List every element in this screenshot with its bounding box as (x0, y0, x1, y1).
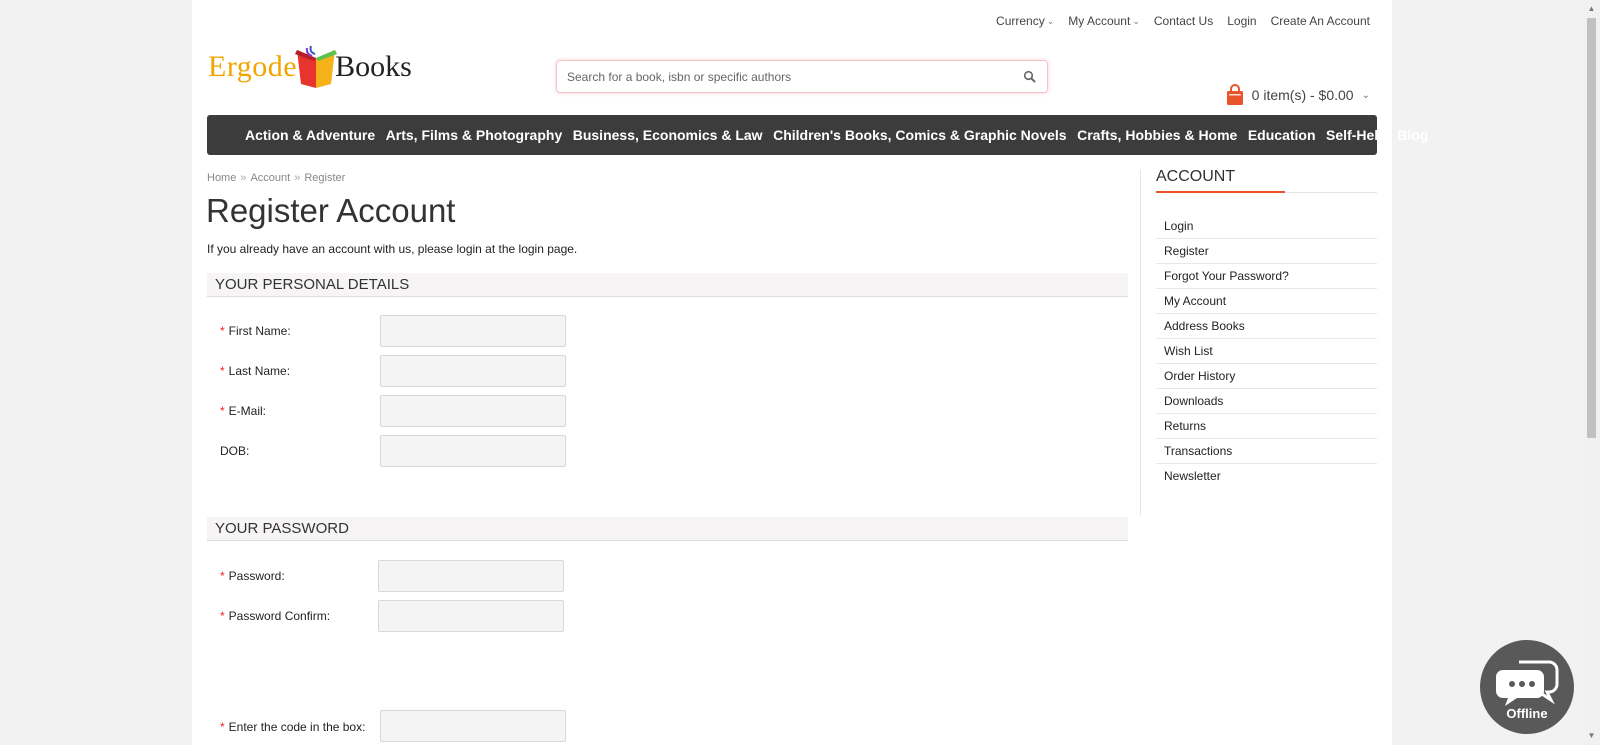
nav-item-crafts[interactable]: Crafts, Hobbies & Home (1077, 127, 1237, 143)
currency-dropdown[interactable]: Currency ⌄ (996, 14, 1054, 28)
sidebar-item-forgot-password[interactable]: Forgot Your Password? (1156, 264, 1377, 289)
breadcrumb-account[interactable]: Account (250, 172, 290, 184)
scroll-up-arrow-icon[interactable]: ▲ (1583, 2, 1600, 16)
captcha-row: * Enter the code in the box: (220, 710, 566, 742)
title-underline (1156, 191, 1285, 193)
sidebar-item-downloads[interactable]: Downloads (1156, 389, 1377, 414)
scroll-down-arrow-icon[interactable]: ▼ (1583, 729, 1600, 743)
nav-item-arts-films[interactable]: Arts, Films & Photography (386, 127, 563, 143)
breadcrumb: Home » Account » Register (207, 172, 345, 184)
cart-summary-text: 0 item(s) - $0.00 (1251, 87, 1354, 103)
password-confirm-label: * Password Confirm: (220, 609, 378, 623)
first-name-field[interactable] (380, 315, 566, 347)
password-confirm-field[interactable] (378, 600, 564, 632)
email-label-text: E-Mail: (228, 404, 267, 418)
sidebar-item-returns[interactable]: Returns (1156, 414, 1377, 439)
create-account-link[interactable]: Create An Account (1271, 14, 1370, 28)
search-box (556, 60, 1048, 93)
dob-row: DOB: (220, 435, 566, 467)
email-field[interactable] (380, 395, 566, 427)
nav-item-blog[interactable]: Blog (1397, 127, 1428, 143)
logo-text-books: Books (335, 50, 412, 83)
last-name-label: * Last Name: (220, 364, 380, 378)
search-input[interactable] (567, 69, 1023, 84)
page-container: Currency ⌄ My Account ⌄ Contact Us Login C… (192, 0, 1428, 745)
first-name-row: * First Name: (220, 315, 566, 347)
scrollbar-thumb[interactable] (1587, 18, 1596, 438)
sidebar-list: Login Register Forgot Your Password? My … (1156, 214, 1377, 489)
required-mark: * (220, 364, 225, 378)
nav-item-self-help[interactable]: Self-Help (1326, 127, 1387, 143)
breadcrumb-separator: » (294, 172, 301, 184)
nav-item-childrens-books[interactable]: Children's Books, Comics & Graphic Novel… (773, 127, 1067, 143)
page-title: Register Account (206, 192, 456, 229)
intro-text: If you already have an account with us, … (207, 242, 578, 256)
main-nav: Action & Adventure Arts, Films & Photogr… (207, 115, 1428, 155)
email-row: * E-Mail: (220, 395, 566, 427)
dob-label: DOB: (220, 444, 250, 458)
login-link[interactable]: Login (1227, 14, 1256, 28)
password-confirm-row: * Password Confirm: (220, 600, 564, 632)
last-name-field[interactable] (380, 355, 566, 387)
sidebar-item-register[interactable]: Register (1156, 239, 1377, 264)
chat-bubble-icon (1496, 660, 1559, 706)
required-mark: * (220, 569, 225, 583)
page-scrollbar[interactable]: ▲ ▼ (1583, 0, 1600, 745)
breadcrumb-register[interactable]: Register (304, 172, 345, 184)
site-logo[interactable]: Ergode Books (208, 42, 412, 92)
required-mark: * (220, 324, 225, 338)
nav-item-action-adventure[interactable]: Action & Adventure (245, 127, 375, 143)
password-label: * Password: (220, 569, 378, 583)
chat-status: Offline (1506, 705, 1548, 721)
top-links: Currency ⌄ My Account ⌄ Contact Us Login C… (996, 14, 1370, 28)
nav-item-business[interactable]: Business, Economics & Law (573, 127, 763, 143)
first-name-label-text: First Name: (228, 324, 291, 338)
password-label-text: Password: (228, 569, 285, 583)
captcha-label: * Enter the code in the box: (220, 710, 380, 734)
chevron-down-icon: ⌄ (1132, 15, 1140, 26)
required-mark: * (220, 720, 225, 734)
chat-widget[interactable]: Offline (1480, 640, 1574, 734)
chevron-down-icon: ⌄ (1046, 15, 1055, 26)
password-field[interactable] (378, 560, 564, 592)
breadcrumb-home[interactable]: Home (207, 172, 236, 184)
sidebar-item-order-history[interactable]: Order History (1156, 364, 1377, 389)
chevron-down-icon: ⌄ (1361, 89, 1370, 101)
breadcrumb-separator: » (240, 172, 247, 184)
password-heading: YOUR PASSWORD (207, 517, 1128, 541)
password-confirm-label-text: Password Confirm: (228, 609, 331, 623)
sidebar-item-transactions[interactable]: Transactions (1156, 439, 1377, 464)
required-mark: * (220, 404, 225, 418)
email-label: * E-Mail: (220, 404, 380, 418)
sidebar-item-wish-list[interactable]: Wish List (1156, 339, 1377, 364)
open-book-logo-icon (295, 45, 338, 88)
nav-item-education[interactable]: Education (1248, 127, 1316, 143)
account-sidebar: ACCOUNT Login Register Forgot Your Passw… (1156, 168, 1377, 489)
sidebar-item-newsletter[interactable]: Newsletter (1156, 464, 1377, 489)
required-mark: * (220, 609, 225, 623)
search-icon[interactable] (1023, 70, 1037, 84)
shopping-bag-icon (1226, 84, 1243, 105)
sidebar-title-text: ACCOUNT (1156, 168, 1236, 185)
sidebar-item-my-account[interactable]: My Account (1156, 289, 1377, 314)
last-name-label-text: Last Name: (228, 364, 291, 378)
password-row: * Password: (220, 560, 564, 592)
currency-label: Currency (996, 14, 1045, 28)
logo-text-ergode: Ergode (208, 50, 298, 83)
cart-summary[interactable]: 0 item(s) - $0.00 ⌄ (1226, 84, 1370, 106)
captcha-field[interactable] (380, 710, 566, 742)
sidebar-divider (1140, 170, 1141, 515)
captcha-label-text: Enter the code in the box: (228, 720, 366, 734)
first-name-label: * First Name: (220, 324, 380, 338)
last-name-row: * Last Name: (220, 355, 566, 387)
my-account-label: My Account (1068, 14, 1131, 28)
my-account-dropdown[interactable]: My Account ⌄ (1068, 14, 1140, 28)
personal-details-heading: YOUR PERSONAL DETAILS (207, 273, 1128, 297)
dob-field[interactable] (380, 435, 566, 467)
contact-us-link[interactable]: Contact Us (1154, 14, 1213, 28)
sidebar-title: ACCOUNT (1156, 168, 1377, 193)
sidebar-item-login[interactable]: Login (1156, 214, 1377, 239)
sidebar-item-address-books[interactable]: Address Books (1156, 314, 1377, 339)
